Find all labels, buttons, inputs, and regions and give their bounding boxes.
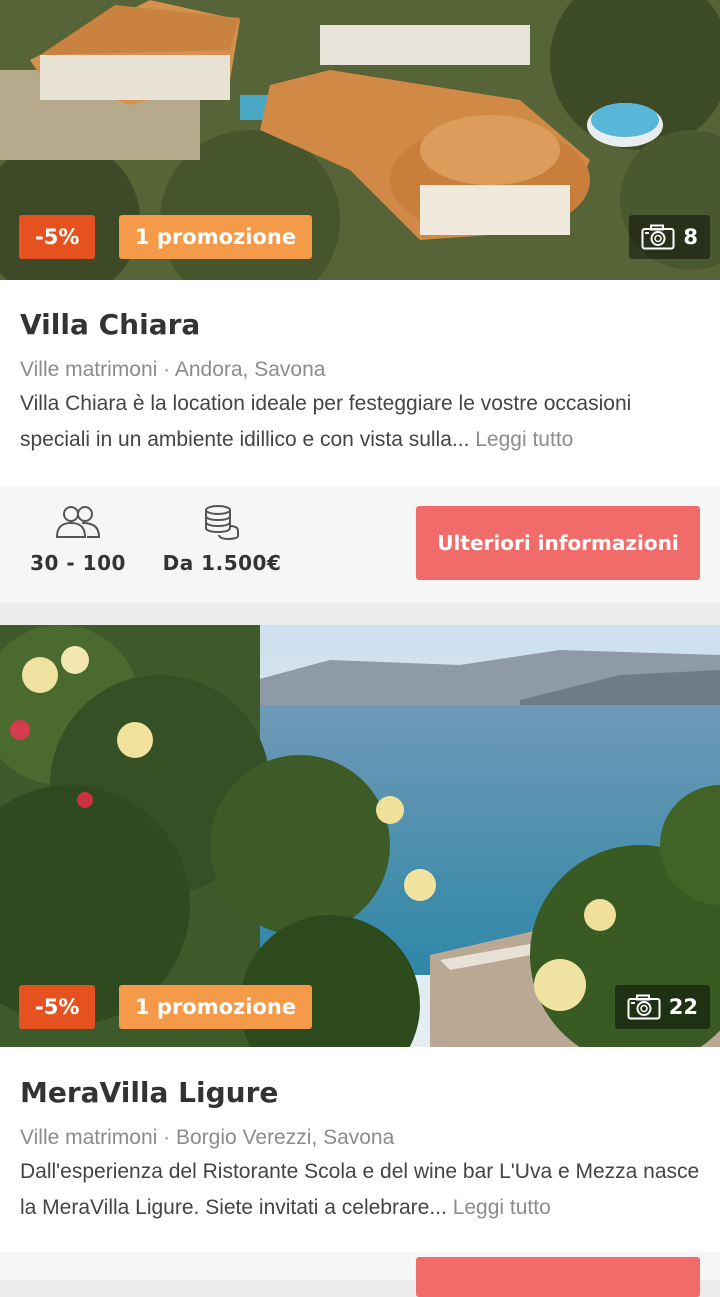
guests-icon — [55, 506, 101, 538]
sea-view-photo-image — [0, 625, 720, 1047]
discount-badge: -5% — [19, 985, 96, 1029]
listing-category: Ville matrimoni — [20, 358, 158, 381]
camera-icon — [627, 994, 661, 1020]
price-stat: Da 1.500€ — [160, 504, 284, 575]
meta-separator: · — [157, 1126, 176, 1149]
more-info-button[interactable]: Ulteriori informazioni — [416, 506, 700, 580]
read-more-link[interactable]: Leggi tutto — [453, 1196, 551, 1219]
photo-count-value: 8 — [683, 225, 698, 249]
discount-badge: -5% — [19, 215, 96, 259]
read-more-link[interactable]: Leggi tutto — [475, 428, 573, 451]
listing-location: Andora, Savona — [174, 358, 326, 381]
meta-separator: · — [157, 358, 175, 381]
guests-value: 30 - 100 — [30, 551, 126, 575]
listing-title[interactable]: Villa Chiara — [20, 308, 700, 341]
listing-description: Dall'esperienza del Ristorante Scola e d… — [20, 1154, 700, 1226]
price-value: Da 1.500€ — [162, 551, 282, 575]
guests-stat: 30 - 100 — [28, 504, 128, 575]
promotion-badge[interactable]: 1 promozione — [119, 985, 313, 1029]
photo-count[interactable]: 8 — [629, 215, 710, 259]
listing-category: Ville matrimoni — [20, 1126, 158, 1149]
listing-meta: Ville matrimoni · Borgio Verezzi, Savona — [20, 1126, 700, 1150]
listing-card[interactable]: -5% 1 promozione 22 MeraVilla Ligure Vil… — [0, 625, 720, 1297]
coins-icon — [205, 505, 239, 541]
listing-title[interactable]: MeraVilla Ligure — [20, 1076, 700, 1109]
listing-footer — [0, 1252, 720, 1297]
promotion-badge[interactable]: 1 promozione — [119, 215, 313, 259]
listing-photo[interactable]: -5% 1 promozione 8 — [0, 0, 720, 280]
photo-count-value: 22 — [668, 995, 698, 1019]
listing-footer: 30 - 100 Da 1.500€ Ulteriori informazion… — [0, 486, 720, 603]
listing-meta: Ville matrimoni · Andora, Savona — [20, 358, 700, 382]
listing-photo[interactable]: -5% 1 promozione 22 — [0, 625, 720, 1047]
description-text: Dall'esperienza del Ristorante Scola e d… — [20, 1160, 700, 1219]
camera-icon — [641, 224, 675, 250]
more-info-button[interactable] — [416, 1257, 700, 1297]
listing-card[interactable]: -5% 1 promozione 8 Villa Chiara Ville ma… — [0, 0, 720, 603]
villa-photo-image — [0, 0, 720, 280]
listing-description: Villa Chiara è la location ideale per fe… — [20, 386, 700, 458]
photo-count[interactable]: 22 — [614, 985, 710, 1029]
listing-location: Borgio Verezzi, Savona — [176, 1126, 395, 1149]
